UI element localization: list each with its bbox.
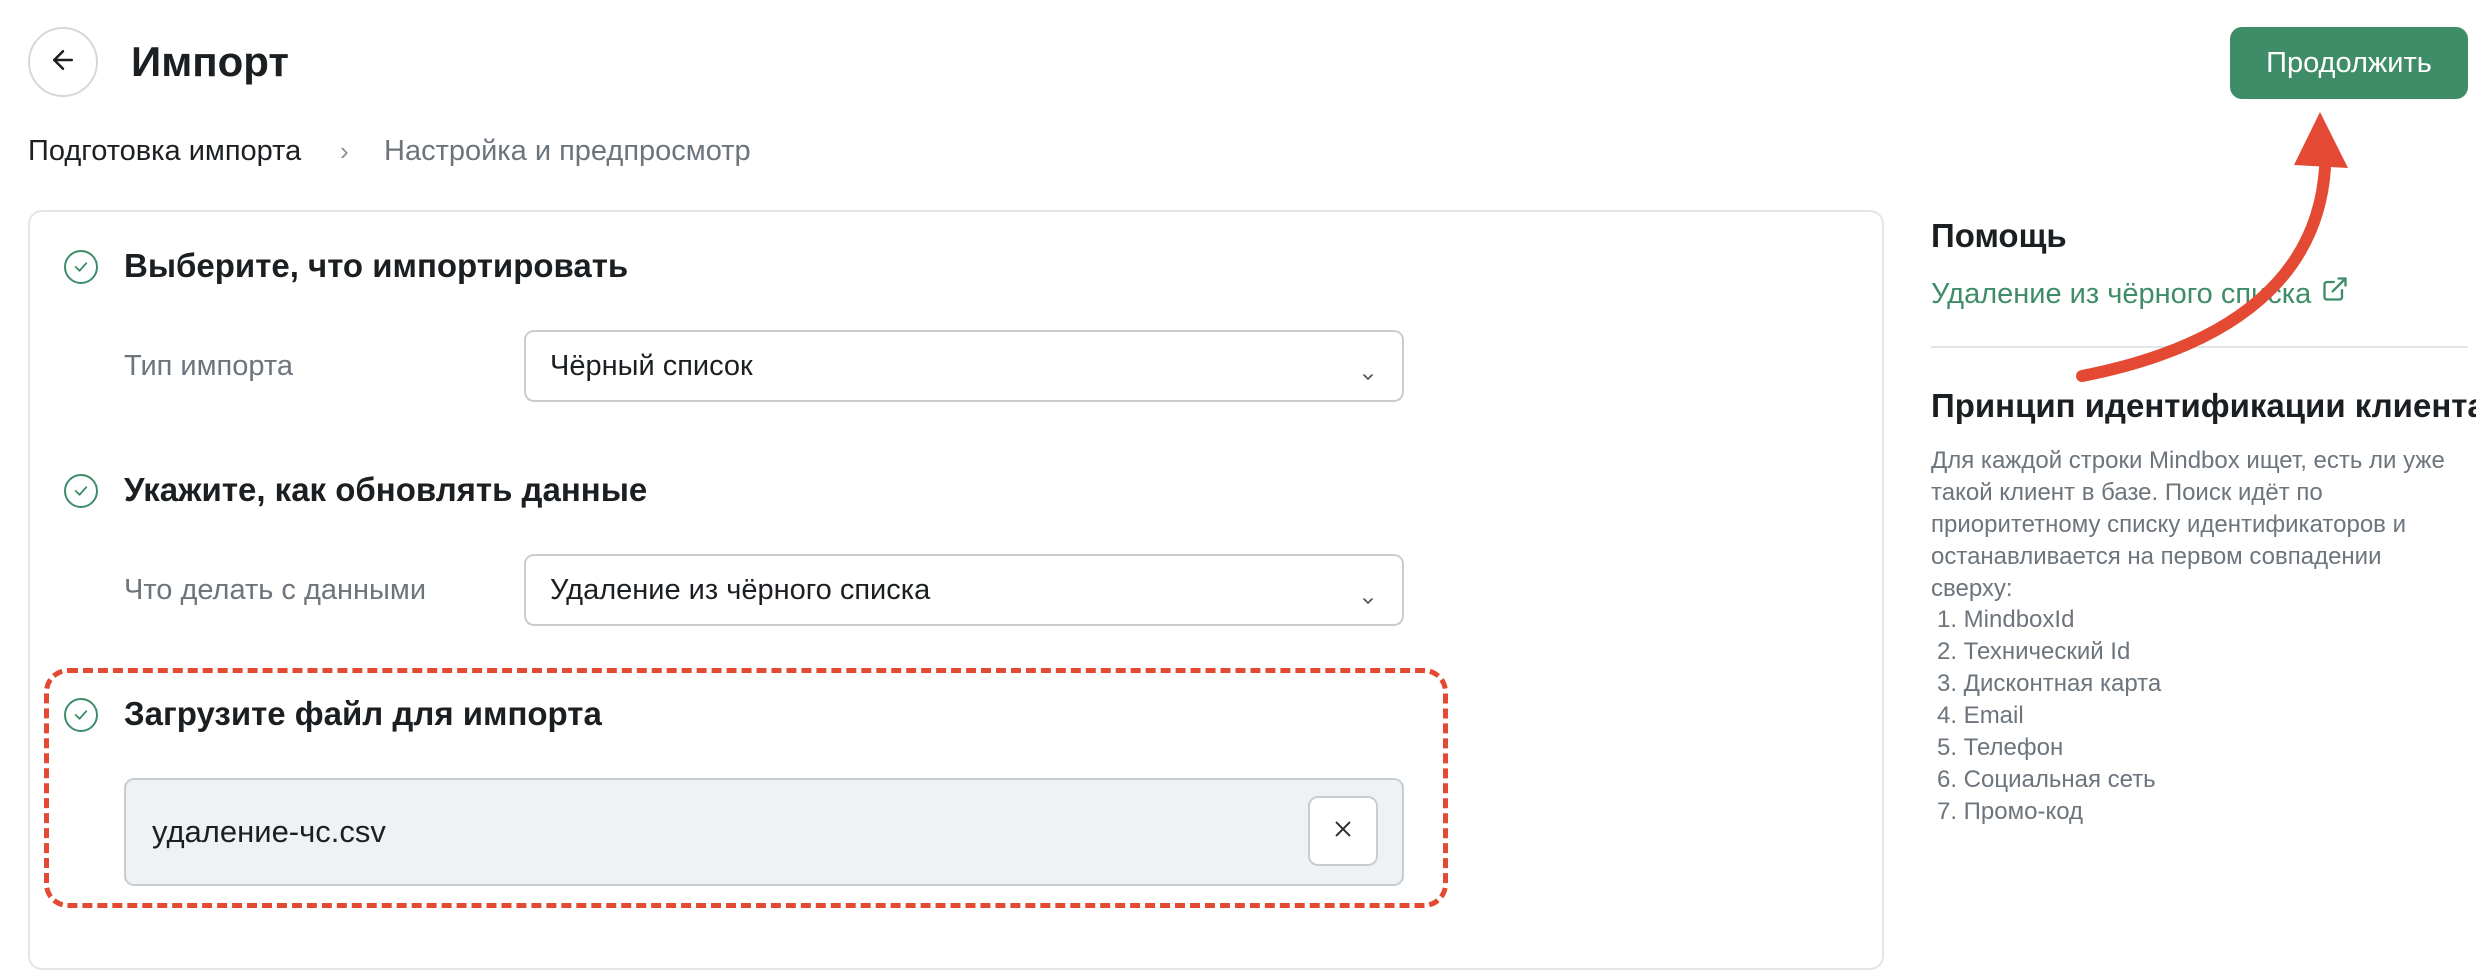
- section-title-how-to-update: Укажите, как обновлять данные: [124, 471, 648, 508]
- list-item: 5. Телефон: [1937, 734, 2064, 761]
- help-title: Помощь: [1931, 217, 2067, 254]
- list-item: 7. Промо-код: [1937, 798, 2084, 825]
- list-item: 3. Дисконтная карта: [1937, 670, 2162, 697]
- page-title: Импорт: [131, 38, 289, 85]
- check-circle-icon: [64, 250, 98, 284]
- help-link-text: Удаление из чёрного списка: [1931, 278, 2312, 310]
- check-circle-icon: [64, 474, 98, 508]
- breadcrumb-step-settings: Настройка и предпросмотр: [384, 135, 751, 167]
- continue-button[interactable]: Продолжить: [2230, 27, 2468, 99]
- data-action-label: Что делать с данными: [124, 574, 427, 606]
- data-action-select[interactable]: Удаление из чёрного списка: [524, 554, 1404, 626]
- breadcrumb-separator: ›: [340, 136, 349, 166]
- identification-title: Принцип идентификации клиента: [1931, 387, 2476, 424]
- chevron-down-icon: [1360, 360, 1376, 393]
- import-type-select[interactable]: Чёрный список: [524, 330, 1404, 402]
- list-item: 6. Социальная сеть: [1937, 766, 2156, 793]
- external-link-icon: [2311, 274, 2349, 314]
- list-item: 2. Технический Id: [1937, 638, 2131, 665]
- help-link-blacklist-removal[interactable]: Удаление из чёрного списка: [1931, 274, 2349, 314]
- arrow-left-icon: [48, 45, 78, 80]
- back-button[interactable]: [28, 27, 98, 97]
- list-item: 1. MindboxId: [1937, 606, 2075, 633]
- list-item: 4. Email: [1937, 702, 2024, 729]
- section-title-what-to-import: Выберите, что импортировать: [124, 247, 629, 284]
- breadcrumb-step-preparation[interactable]: Подготовка импорта: [28, 131, 301, 171]
- data-action-value: Удаление из чёрного списка: [550, 573, 931, 606]
- import-type-value: Чёрный список: [550, 349, 753, 382]
- identifier-list: 1. MindboxId 2. Технический Id 3. Дискон…: [1937, 604, 2161, 828]
- annotation-highlight-box: [44, 668, 1448, 908]
- import-type-label: Тип импорта: [124, 350, 293, 382]
- chevron-down-icon: [1360, 584, 1376, 617]
- help-divider: [1931, 346, 2468, 348]
- identification-description: Для каждой строки Mindbox ищет, есть ли …: [1931, 447, 2445, 602]
